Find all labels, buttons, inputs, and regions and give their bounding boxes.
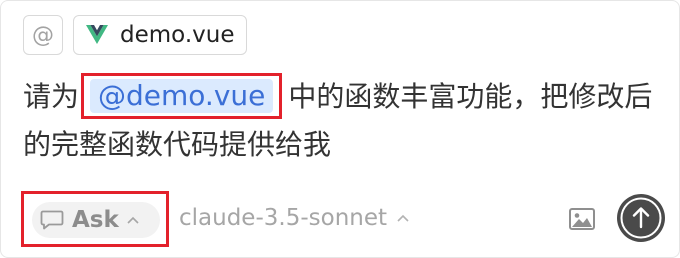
at-icon: @ — [32, 22, 54, 48]
model-label: claude-3.5-sonnet — [179, 205, 388, 231]
chat-bubble-icon — [40, 210, 64, 230]
chat-input-panel: @ demo.vue 请为 @demo.vue 中的函数丰富功能，把修改后的完整函数… — [0, 0, 680, 258]
send-button[interactable] — [617, 194, 665, 242]
context-row: @ demo.vue — [23, 15, 248, 55]
chevron-up-icon — [127, 216, 139, 224]
arrow-up-icon — [620, 197, 662, 239]
mode-highlight-box: Ask — [21, 191, 169, 247]
message-text[interactable]: 请为 @demo.vue 中的函数丰富功能，把修改后的完整函数代码提供给我 — [23, 73, 653, 169]
mode-selector-button[interactable]: Ask — [32, 202, 160, 238]
vue-icon — [86, 25, 108, 44]
mention-highlight-box: @demo.vue — [81, 73, 283, 119]
context-file-chip[interactable]: demo.vue — [73, 15, 248, 55]
file-chip-label: demo.vue — [120, 22, 235, 48]
file-mention-tag[interactable]: @demo.vue — [90, 79, 274, 113]
chevron-up-icon — [397, 214, 409, 222]
image-icon[interactable] — [569, 208, 595, 230]
model-selector[interactable]: claude-3.5-sonnet — [179, 205, 409, 231]
message-text-before: 请为 — [23, 80, 80, 113]
mode-label: Ask — [72, 207, 119, 233]
add-context-button[interactable]: @ — [23, 15, 63, 55]
input-toolbar: Ask claude-3.5-sonnet — [21, 191, 667, 247]
